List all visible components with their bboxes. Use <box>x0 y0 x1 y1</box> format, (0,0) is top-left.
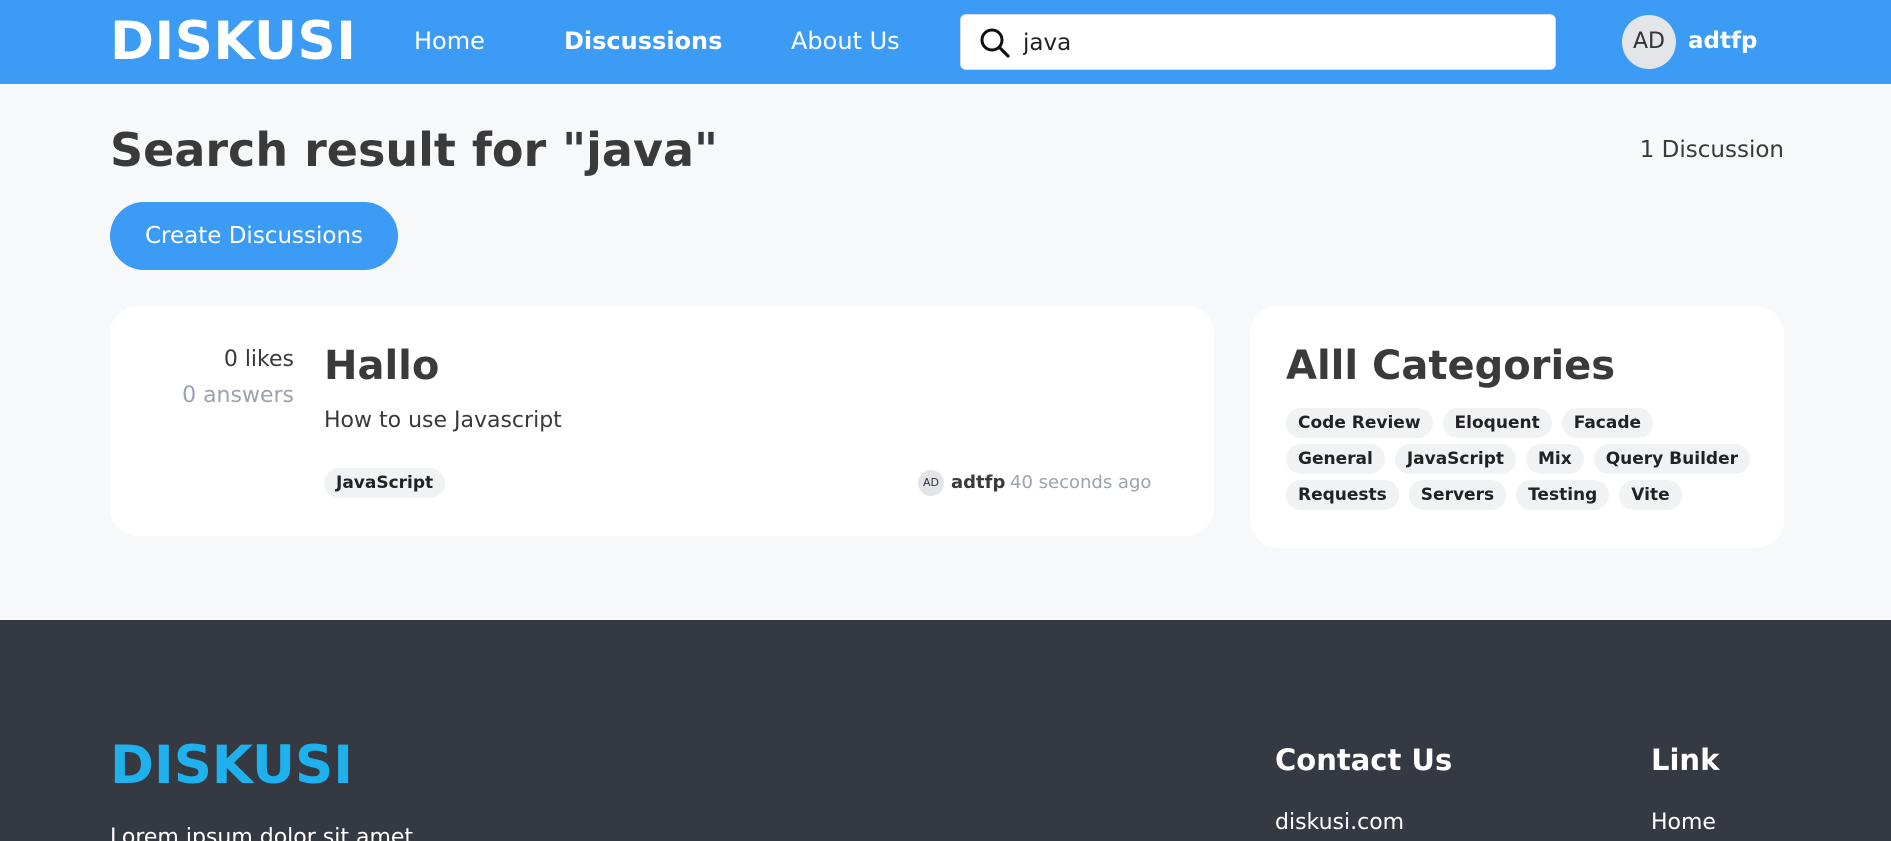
page-title: Search result for "java" <box>110 123 718 177</box>
discussion-title[interactable]: Hallo <box>324 342 439 390</box>
category-tag[interactable]: Vite <box>1619 480 1682 510</box>
author-name[interactable]: adtfp <box>951 470 1005 496</box>
user-avatar[interactable]: AD <box>1622 15 1676 69</box>
answers-count: 0 answers <box>182 383 294 408</box>
navbar: DISKUSI Home Discussions About Us AD adt… <box>0 0 1891 84</box>
nav-discussions-link[interactable]: Discussions <box>564 26 722 56</box>
contact-website-link[interactable]: diskusi.com <box>1275 808 1404 838</box>
category-tag[interactable]: JavaScript <box>1394 444 1516 474</box>
brand-logo[interactable]: DISKUSI <box>110 10 356 74</box>
category-tag[interactable]: Requests <box>1286 480 1399 510</box>
category-tag[interactable]: Facade <box>1561 408 1654 438</box>
category-tag[interactable]: General <box>1286 444 1385 474</box>
category-tag[interactable]: Mix <box>1526 444 1584 474</box>
contact-heading: Contact Us <box>1275 743 1453 777</box>
category-tag[interactable]: Servers <box>1408 480 1507 510</box>
category-tag[interactable]: Query Builder <box>1593 444 1750 474</box>
likes-count: 0 likes <box>223 347 294 372</box>
link-heading: Link <box>1651 743 1720 777</box>
discussion-tag[interactable]: JavaScript <box>324 468 446 498</box>
search-icon[interactable] <box>979 27 1011 59</box>
discussion-excerpt: How to use Javascript <box>324 408 562 433</box>
footer-brand-logo[interactable]: DISKUSI <box>110 734 353 798</box>
search-bar[interactable] <box>960 14 1556 70</box>
post-time: 40 seconds ago <box>1010 472 1152 493</box>
categories-card: Alll Categories Code Review Eloquent Fac… <box>1250 306 1784 548</box>
footer-home-link[interactable]: Home <box>1651 808 1716 838</box>
footer: DISKUSI Lorem ipsum dolor sit amet Conta… <box>0 620 1891 841</box>
discussion-count: 1 Discussion <box>1639 137 1784 163</box>
user-name[interactable]: adtfp <box>1688 26 1757 56</box>
author-avatar[interactable]: AD <box>918 470 944 496</box>
category-list: Code Review Eloquent Facade General Java… <box>1286 408 1756 510</box>
discussion-card: 0 likes 0 answers Hallo How to use Javas… <box>110 306 1214 536</box>
categories-title: Alll Categories <box>1286 343 1616 389</box>
category-tag[interactable]: Eloquent <box>1442 408 1552 438</box>
nav-home-link[interactable]: Home <box>414 26 485 56</box>
nav-about-link[interactable]: About Us <box>791 26 900 56</box>
create-discussion-button[interactable]: Create Discussions <box>110 202 398 270</box>
search-input[interactable] <box>1023 27 1523 59</box>
category-tag[interactable]: Testing <box>1516 480 1610 510</box>
footer-description: Lorem ipsum dolor sit amet <box>110 825 414 841</box>
category-tag[interactable]: Code Review <box>1286 408 1433 438</box>
